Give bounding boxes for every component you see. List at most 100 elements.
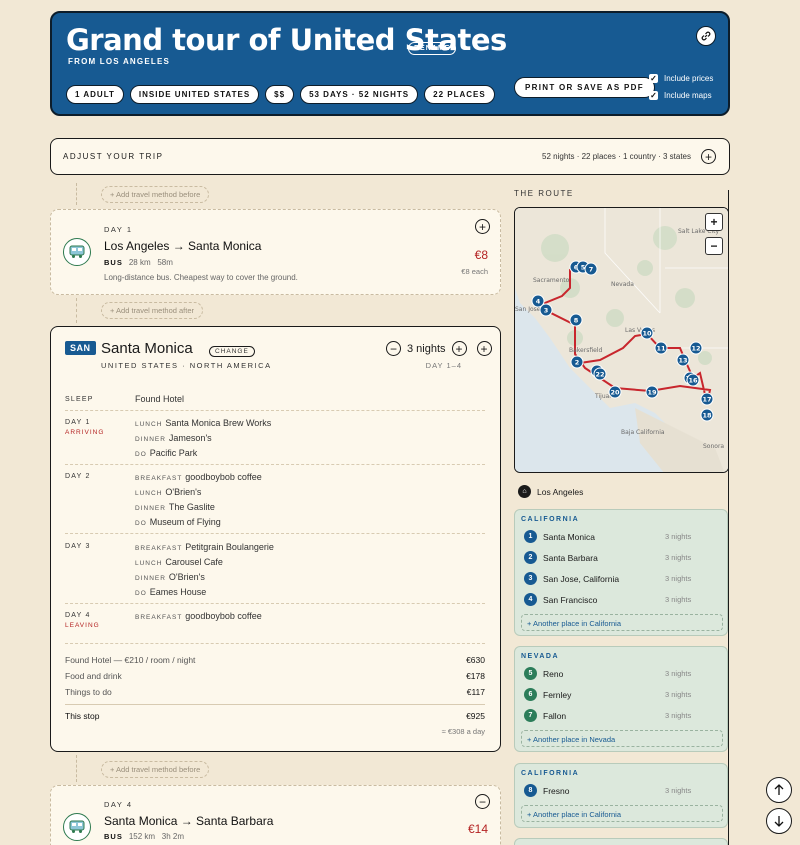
meal-lunch[interactable]: LUNCH Santa Monica Brew Works: [135, 418, 271, 428]
add-travel-before-button[interactable]: + Add travel method before: [101, 186, 210, 203]
rename-button[interactable]: RENAME: [408, 42, 457, 55]
svg-text:10: 10: [642, 330, 652, 338]
sleep-label: SLEEP: [65, 396, 94, 403]
map-label: Sonora: [703, 443, 724, 450]
state-group-nevada: NEVADA 5 Reno 3 nights 6 Fernley 3 nights 7F…: [514, 646, 728, 752]
timeline-connector: [76, 298, 77, 323]
svg-text:4: 4: [536, 298, 541, 306]
hotel-name[interactable]: Found Hotel: [135, 394, 184, 404]
day-label: DAY 3: [65, 543, 91, 550]
include-prices-label: Include prices: [664, 74, 714, 83]
transport-price: €14: [467, 822, 488, 836]
meal-dinner[interactable]: DINNER The Gaslite: [135, 502, 215, 512]
route-place-item[interactable]: 4 San Francisco 3 nights: [524, 593, 714, 606]
map-marker: 16: [686, 373, 700, 387]
day-label: DAY 4: [65, 612, 91, 619]
svg-text:20: 20: [610, 389, 620, 397]
route-start: ⌂ Los Angeles: [518, 485, 583, 498]
svg-text:11: 11: [656, 345, 666, 353]
add-travel-before-button[interactable]: + Add travel method before: [101, 761, 210, 778]
meal-dinner[interactable]: DINNER Jameson's: [135, 433, 212, 443]
map-marker: 20: [608, 385, 622, 399]
svg-text:13: 13: [678, 357, 687, 365]
stop-country: UNITED STATES · NORTH AMERICA: [101, 361, 272, 370]
transport-route[interactable]: Los Angeles → Santa Monica: [104, 239, 261, 253]
state-group-next: [514, 838, 728, 845]
map-marker: 18: [700, 408, 714, 422]
svg-text:17: 17: [702, 396, 711, 404]
svg-text:3: 3: [544, 307, 549, 315]
link-icon: [701, 31, 711, 41]
add-place-button[interactable]: + Another place in Nevada: [521, 730, 723, 747]
stop-options-button[interactable]: +: [476, 341, 492, 356]
cost-row: Found Hotel — €210 / room / night €630: [65, 655, 485, 665]
include-maps-checkbox[interactable]: ✓ Include maps: [649, 91, 712, 100]
chip-places[interactable]: 22 PLACES: [424, 85, 495, 104]
zoom-in-button[interactable]: +: [705, 213, 723, 231]
transport-route[interactable]: Santa Monica → Santa Barbara: [104, 814, 273, 828]
cost-row: Food and drink €178: [65, 671, 485, 681]
meal-dinner[interactable]: DINNER O'Brien's: [135, 572, 205, 582]
scroll-up-button[interactable]: [766, 777, 792, 803]
route-place-item[interactable]: 3 San Jose, California 3 nights: [524, 572, 714, 585]
activity-do[interactable]: DO Museum of Flying: [135, 517, 221, 527]
collapse-icon[interactable]: −: [475, 794, 490, 809]
print-pdf-button[interactable]: PRINT OR SAVE AS PDF: [514, 77, 655, 98]
route-place-item[interactable]: 2 Santa Barbara 3 nights: [524, 551, 714, 564]
route-place-item[interactable]: 1 Santa Monica 3 nights: [524, 530, 714, 543]
stop-name: Santa Monica: [101, 340, 193, 357]
stop-total-row: This stop €925: [65, 711, 485, 721]
increase-nights-button[interactable]: +: [451, 341, 467, 356]
route-place-item[interactable]: 7 Fallon 3 nights: [524, 709, 714, 722]
timeline-connector: [76, 755, 77, 782]
meal-breakfast[interactable]: BREAKFAST Petitgrain Boulangerie: [135, 542, 274, 552]
add-place-button[interactable]: + Another place in California: [521, 614, 723, 631]
arrow-up-icon: [774, 784, 784, 795]
arrow-down-icon: [774, 816, 784, 827]
trip-origin: FROM LOS ANGELES: [68, 57, 171, 66]
transport-options-icon[interactable]: +: [475, 219, 490, 234]
activity-do[interactable]: DO Pacific Park: [135, 448, 197, 458]
chip-duration[interactable]: 53 DAYS · 52 NIGHTS: [300, 85, 419, 104]
chip-region[interactable]: INSIDE UNITED STATES: [129, 85, 260, 104]
route-place-item[interactable]: 5 Reno 3 nights: [524, 667, 714, 680]
add-travel-after-button[interactable]: + Add travel method after: [101, 302, 204, 319]
map-marker: 7: [584, 262, 598, 276]
divider: [65, 533, 485, 534]
chip-travelers[interactable]: 1 ADULT: [66, 85, 124, 104]
decrease-nights-button[interactable]: −: [386, 341, 401, 356]
route-place-item[interactable]: 6 Fernley 3 nights: [524, 688, 714, 701]
arriving-label: ARRIVING: [65, 429, 105, 436]
meal-lunch[interactable]: LUNCH Carousel Cafe: [135, 557, 223, 567]
adjust-trip-bar[interactable]: ADJUST YOUR TRIP 52 nights · 22 places ·…: [50, 138, 730, 175]
transport-price: €8: [474, 248, 488, 262]
meal-breakfast[interactable]: BREAKFAST goodboybob coffee: [135, 472, 262, 482]
meal-breakfast[interactable]: BREAKFAST goodboybob coffee: [135, 611, 262, 621]
svg-text:19: 19: [647, 389, 657, 397]
transport-day: DAY 1: [104, 225, 133, 234]
transport-note: Long-distance bus. Cheapest way to cover…: [104, 273, 298, 282]
add-place-button[interactable]: + Another place in California: [521, 805, 723, 822]
chip-budget[interactable]: $$: [265, 85, 295, 104]
include-prices-checkbox[interactable]: ✓ Include prices: [649, 74, 713, 83]
scroll-down-button[interactable]: [766, 808, 792, 834]
share-link-button[interactable]: [696, 26, 716, 46]
meal-lunch[interactable]: LUNCH O'Brien's: [135, 487, 201, 497]
activity-do[interactable]: DO Eames House: [135, 587, 206, 597]
expand-icon[interactable]: +: [701, 149, 716, 164]
svg-text:2: 2: [575, 359, 580, 367]
zoom-out-button[interactable]: −: [705, 237, 723, 255]
change-stop-button[interactable]: CHANGE: [209, 346, 255, 357]
home-icon: ⌂: [518, 485, 531, 498]
adjust-trip-label: ADJUST YOUR TRIP: [63, 152, 164, 161]
stop-days: DAY 1–4: [425, 361, 462, 370]
trip-summary: 52 nights · 22 places · 1 country · 3 st…: [542, 152, 691, 161]
start-city: Los Angeles: [537, 486, 584, 497]
route-map[interactable]: Salt Lake City Nevada Sacramento San Jos…: [514, 207, 729, 473]
route-place-item[interactable]: 8 Fresno 3 nights: [524, 784, 714, 797]
timeline-connector: [76, 183, 77, 205]
svg-text:12: 12: [691, 345, 700, 353]
transport-duration: 58m: [157, 258, 173, 267]
transport-distance: 152 km: [128, 832, 156, 841]
divider: [65, 704, 485, 705]
